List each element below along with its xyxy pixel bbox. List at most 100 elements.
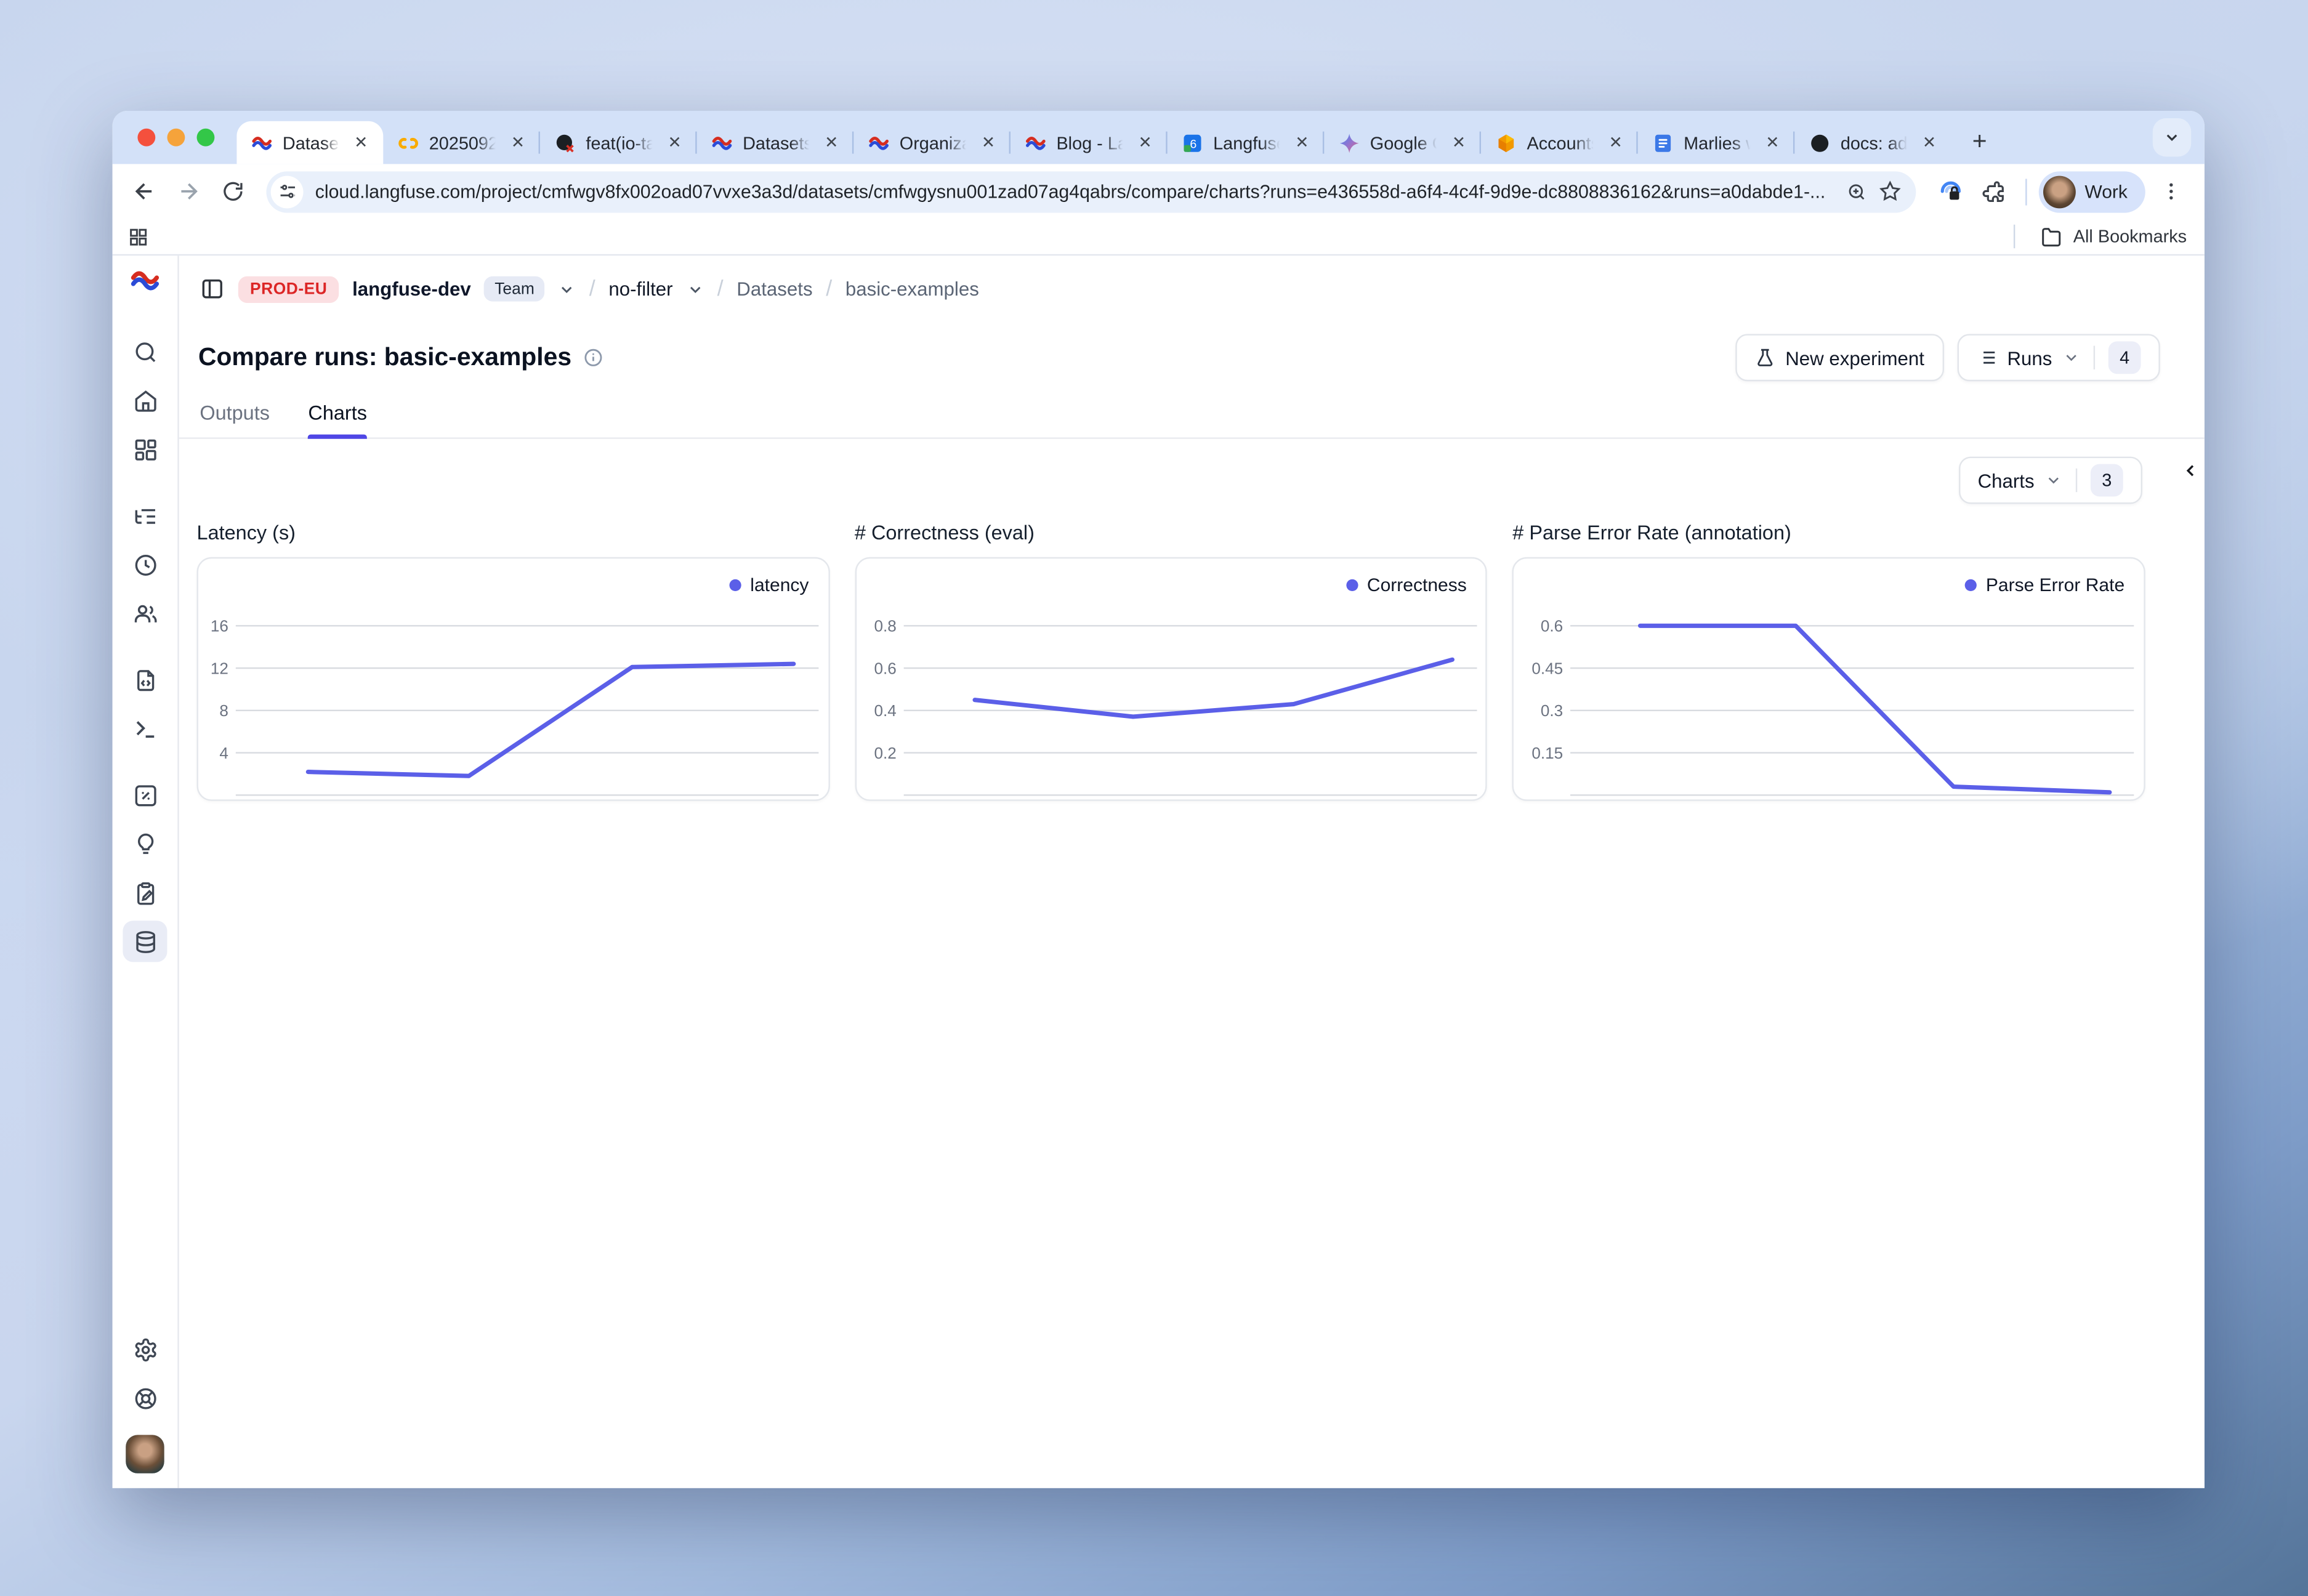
apps-grid-icon[interactable] [127, 225, 150, 248]
tab-charts[interactable]: Charts [308, 402, 367, 438]
sidebar-item-tracing[interactable] [123, 495, 167, 536]
svg-text:6: 6 [1190, 137, 1196, 150]
breadcrumb-datasets-link[interactable]: Datasets [736, 278, 812, 300]
colab-favicon [398, 132, 419, 153]
sidebar-item-settings[interactable] [123, 1329, 167, 1370]
charts-selector-button[interactable]: Charts 3 [1958, 457, 2142, 504]
close-tab-icon[interactable]: ✕ [1919, 132, 1940, 153]
sidebar-item-support[interactable] [123, 1377, 167, 1419]
info-icon[interactable] [583, 347, 604, 368]
runs-label: Runs [2007, 347, 2052, 369]
profile-avatar [2043, 175, 2076, 208]
site-settings-icon[interactable] [271, 175, 304, 208]
browser-profile-button[interactable]: Work [2039, 171, 2145, 212]
close-tab-icon[interactable]: ✕ [1762, 132, 1783, 153]
browser-tab[interactable]: Google Ge ✕ [1324, 121, 1481, 164]
sidebar-item-datasets[interactable] [123, 921, 167, 962]
browser-tab[interactable]: Accounts |✕ [1481, 121, 1638, 164]
sidebar-item-search[interactable] [123, 331, 167, 373]
close-tab-icon[interactable]: ✕ [507, 132, 528, 153]
new-tab-button[interactable]: + [1960, 123, 1998, 161]
svg-text:0.2: 0.2 [874, 744, 896, 762]
extensions-puzzle-icon[interactable] [1975, 172, 2014, 211]
chart-card[interactable]: 0.60.450.30.15 Parse Error Rate [1512, 557, 2145, 801]
svg-text:0.6: 0.6 [874, 659, 896, 678]
close-tab-icon[interactable]: ✕ [821, 132, 842, 153]
close-tab-icon[interactable]: ✕ [1291, 132, 1312, 153]
tab-label: 20250923 [429, 132, 498, 153]
new-experiment-label: New experiment [1785, 347, 1924, 369]
chart-title: # Parse Error Rate (annotation) [1512, 522, 2145, 544]
svg-text:16: 16 [211, 617, 228, 635]
sidebar-item-sessions[interactable] [123, 544, 167, 585]
url-text[interactable]: cloud.langfuse.com/project/cmfwgv8fx002o… [315, 181, 1835, 202]
all-bookmarks-label: All Bookmarks [2073, 226, 2187, 247]
sidebar-item-annotation[interactable] [123, 872, 167, 913]
zoom-icon[interactable] [1847, 181, 1868, 202]
back-button[interactable] [124, 172, 163, 211]
sidebar-item-prompts[interactable] [123, 659, 167, 700]
close-tab-icon[interactable]: ✕ [978, 132, 999, 153]
close-window-button[interactable] [137, 129, 155, 147]
panel-toggle-icon[interactable] [200, 276, 225, 302]
chart-title: Latency (s) [197, 522, 830, 544]
window-controls[interactable] [137, 129, 214, 147]
browser-tab[interactable]: 6Langfuse -✕ [1168, 121, 1325, 164]
browser-tab[interactable]: 20250923 ✕ [383, 121, 540, 164]
sidebar-item-playground[interactable] [123, 708, 167, 749]
svg-text:0.4: 0.4 [874, 701, 896, 720]
user-avatar[interactable] [126, 1435, 164, 1473]
legend-dot-icon [730, 579, 741, 591]
bookmark-star-icon[interactable] [1879, 180, 1901, 203]
browser-tab[interactable]: Blog - Lang✕ [1011, 121, 1168, 164]
close-tab-icon[interactable]: ✕ [1135, 132, 1156, 153]
langfuse-logo[interactable] [130, 266, 159, 296]
new-experiment-button[interactable]: New experiment [1735, 334, 1944, 381]
collapse-panel-button[interactable] [2181, 461, 2200, 480]
minimize-window-button[interactable] [167, 129, 185, 147]
runs-selector-button[interactable]: Runs 4 [1957, 334, 2160, 381]
tab-label: Google Ge [1370, 132, 1438, 153]
org-switcher-chevron[interactable] [558, 280, 576, 298]
sidebar-item-evaluation[interactable] [123, 775, 167, 816]
langfuse-favicon [868, 132, 889, 153]
forward-button[interactable] [169, 172, 207, 211]
browser-tab[interactable]: feat(io-tab✕ [540, 121, 697, 164]
tab-outputs[interactable]: Outputs [200, 402, 270, 438]
org-name[interactable]: langfuse-dev [352, 278, 471, 300]
password-manager-extension-icon[interactable] [1931, 172, 1969, 211]
breadcrumb-dataset-link[interactable]: basic-examples [845, 278, 979, 300]
browser-tab[interactable]: Organizatio✕ [853, 121, 1011, 164]
browser-menu-button[interactable] [2151, 172, 2189, 211]
close-tab-icon[interactable]: ✕ [1448, 132, 1469, 153]
chart-card[interactable]: 161284 latency [197, 557, 830, 801]
tab-search-button[interactable] [2153, 118, 2191, 156]
langfuse-favicon [251, 132, 272, 153]
view-tabs: Outputs Charts [179, 381, 2205, 439]
chart-card[interactable]: 0.80.60.40.2 Correctness [855, 557, 1488, 801]
sidebar-item-home[interactable] [123, 380, 167, 421]
environment-badge[interactable]: PROD-EU [238, 276, 339, 302]
browser-tab[interactable]: Datasets | L✕ [697, 121, 854, 164]
browser-tab[interactable]: Datasets | L✕ [236, 121, 383, 164]
sidebar-item-insights[interactable] [123, 823, 167, 864]
tab-list: Datasets | L✕20250923✕feat(io-tab✕Datase… [236, 121, 1951, 164]
maximize-window-button[interactable] [197, 129, 215, 147]
url-bar[interactable]: cloud.langfuse.com/project/cmfwgv8fx002o… [266, 171, 1916, 212]
browser-tab[interactable]: Marlies we✕ [1638, 121, 1795, 164]
close-tab-icon[interactable]: ✕ [1605, 132, 1626, 153]
reload-button[interactable] [213, 172, 251, 211]
svg-text:0.8: 0.8 [874, 617, 896, 635]
sidebar-item-users[interactable] [123, 592, 167, 634]
close-tab-icon[interactable]: ✕ [350, 132, 371, 153]
sidebar-item-dashboards[interactable] [123, 429, 167, 470]
project-switcher-chevron[interactable] [686, 280, 704, 298]
all-bookmarks-button[interactable]: All Bookmarks [2014, 225, 2187, 248]
project-name[interactable]: no-filter [608, 278, 672, 300]
browser-tab[interactable]: docs: add✕ [1794, 121, 1951, 164]
kebab-menu-icon [2160, 180, 2182, 203]
flask-icon [1754, 347, 1775, 368]
close-tab-icon[interactable]: ✕ [664, 132, 685, 153]
breadcrumb: PROD-EU langfuse-dev Team / no-filter / … [179, 256, 2205, 322]
forward-arrow-icon [176, 179, 201, 204]
